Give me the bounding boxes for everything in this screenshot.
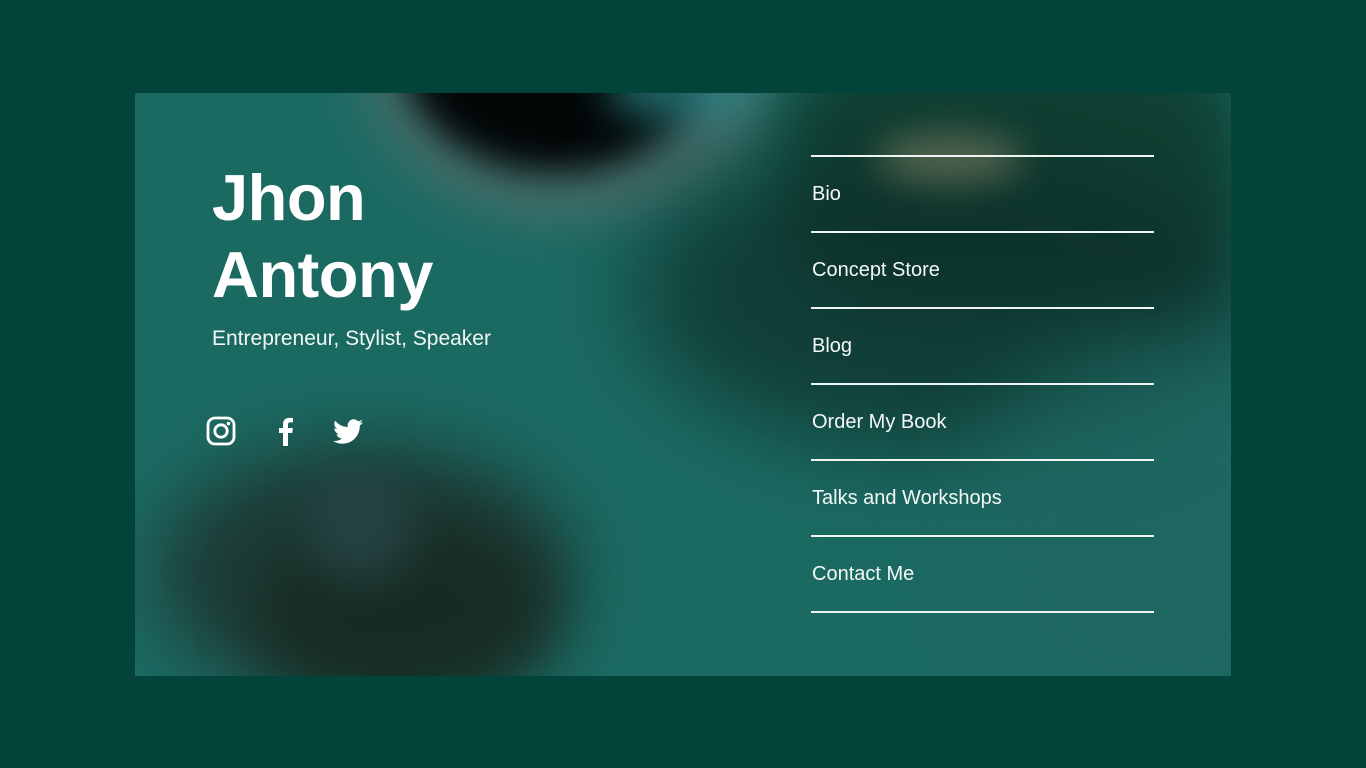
nav-item-contact-me[interactable]: Contact Me bbox=[811, 535, 1154, 611]
profile-tagline: Entrepreneur, Stylist, Speaker bbox=[212, 327, 491, 350]
instagram-link[interactable] bbox=[205, 415, 237, 447]
nav-item-talks-and-workshops[interactable]: Talks and Workshops bbox=[811, 459, 1154, 535]
profile-name: Jhon Antony bbox=[212, 159, 433, 313]
facebook-icon bbox=[279, 417, 293, 446]
twitter-link[interactable] bbox=[332, 415, 364, 447]
instagram-icon bbox=[206, 416, 236, 446]
facebook-link[interactable] bbox=[270, 415, 302, 447]
nav-item-concept-store[interactable]: Concept Store bbox=[811, 231, 1154, 307]
nav-item-blog[interactable]: Blog bbox=[811, 307, 1154, 383]
twitter-icon bbox=[333, 419, 363, 444]
nav-item-bio[interactable]: Bio bbox=[811, 155, 1154, 231]
nav-item-order-my-book[interactable]: Order My Book bbox=[811, 383, 1154, 459]
nav-divider bbox=[811, 611, 1154, 613]
main-nav: Bio Concept Store Blog Order My Book Tal… bbox=[811, 155, 1154, 613]
first-name: Jhon bbox=[212, 161, 366, 234]
social-links bbox=[205, 413, 397, 449]
profile-card: Jhon Antony Entrepreneur, Stylist, Speak… bbox=[135, 93, 1231, 676]
last-name: Antony bbox=[212, 238, 433, 311]
